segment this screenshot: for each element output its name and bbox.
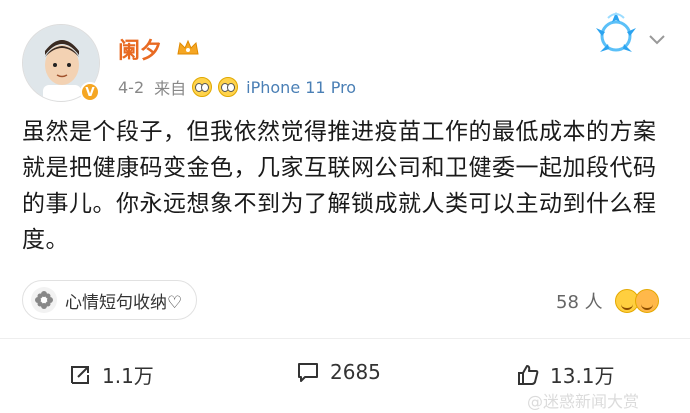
repost-icon (71, 365, 89, 384)
crown-vip-icon[interactable] (176, 38, 200, 58)
device-source-link[interactable]: iPhone 11 Pro (246, 78, 356, 97)
topic-tag-label: 心情短句收纳♡ (65, 292, 183, 313)
eyeroll-emoji-icon (218, 77, 239, 97)
flower-icon (31, 287, 57, 313)
post-date: 4-2 (118, 77, 145, 97)
heart-eyes-emoji-icon (634, 289, 659, 313)
reactions-count: 58 人 (556, 292, 603, 313)
verified-badge-icon: V (80, 82, 100, 102)
topic-tag[interactable]: 心情短句收纳♡ (22, 280, 198, 320)
comment-button[interactable]: 2685 (296, 360, 381, 384)
decoration-flame-icon (596, 12, 636, 52)
author-name[interactable]: 阑夕 (118, 33, 162, 65)
watermark-text: @迷惑新闻大赏 (527, 392, 640, 411)
post-text: 虽然是个段子，但我依然觉得推进疫苗工作的最低成本的方案就是把健康码变金色，几家互… (22, 119, 657, 253)
like-count: 13.1万 (550, 364, 615, 388)
chevron-down-icon[interactable] (648, 34, 666, 46)
thumbs-up-icon (518, 364, 539, 385)
comment-count: 2685 (330, 360, 381, 384)
comment-icon (298, 363, 318, 382)
post-meta: 4-2 来自 iPhone 11 Pro (118, 75, 356, 99)
like-button[interactable]: 13.1万 (516, 360, 615, 389)
reactions-summary[interactable]: 58 人 (556, 288, 659, 314)
repost-button[interactable]: 1.1万 (68, 360, 154, 389)
post-header: V 阑夕 4-2 来自 iPhone 11 Pro (0, 0, 690, 110)
repost-count: 1.1万 (102, 364, 154, 388)
watermark: @迷惑新闻大赏 (527, 388, 639, 412)
eyeroll-emoji-icon (192, 77, 213, 97)
divider (0, 338, 690, 339)
source-prefix: 来自 (154, 79, 187, 98)
